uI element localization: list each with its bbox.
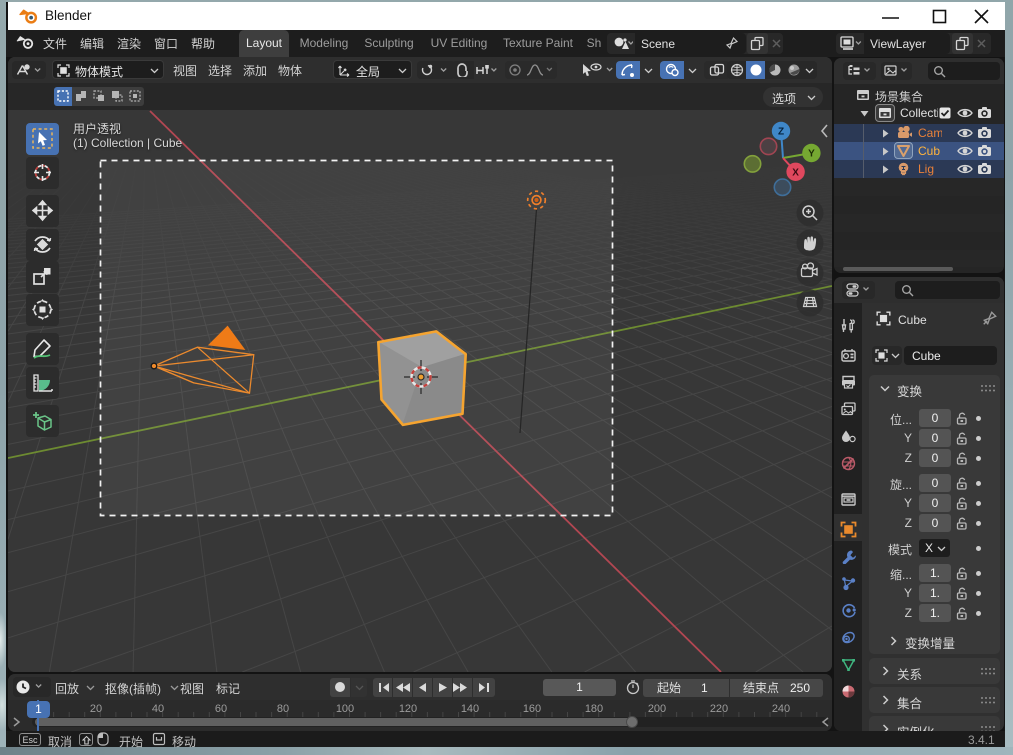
svg-text:60: 60 — [215, 703, 227, 715]
svg-text:120: 120 — [399, 703, 417, 715]
svg-text:X: X — [792, 167, 799, 178]
svg-text:220: 220 — [710, 703, 728, 715]
svg-text:Y: Y — [808, 149, 815, 160]
svg-text:180: 180 — [585, 703, 603, 715]
svg-text:Z: Z — [778, 127, 784, 138]
svg-text:40: 40 — [152, 703, 164, 715]
svg-text:100: 100 — [336, 703, 354, 715]
svg-text:140: 140 — [461, 703, 479, 715]
svg-text:80: 80 — [277, 703, 289, 715]
svg-text:240: 240 — [772, 703, 790, 715]
svg-text:200: 200 — [648, 703, 666, 715]
svg-text:160: 160 — [523, 703, 541, 715]
svg-text:20: 20 — [90, 703, 102, 715]
